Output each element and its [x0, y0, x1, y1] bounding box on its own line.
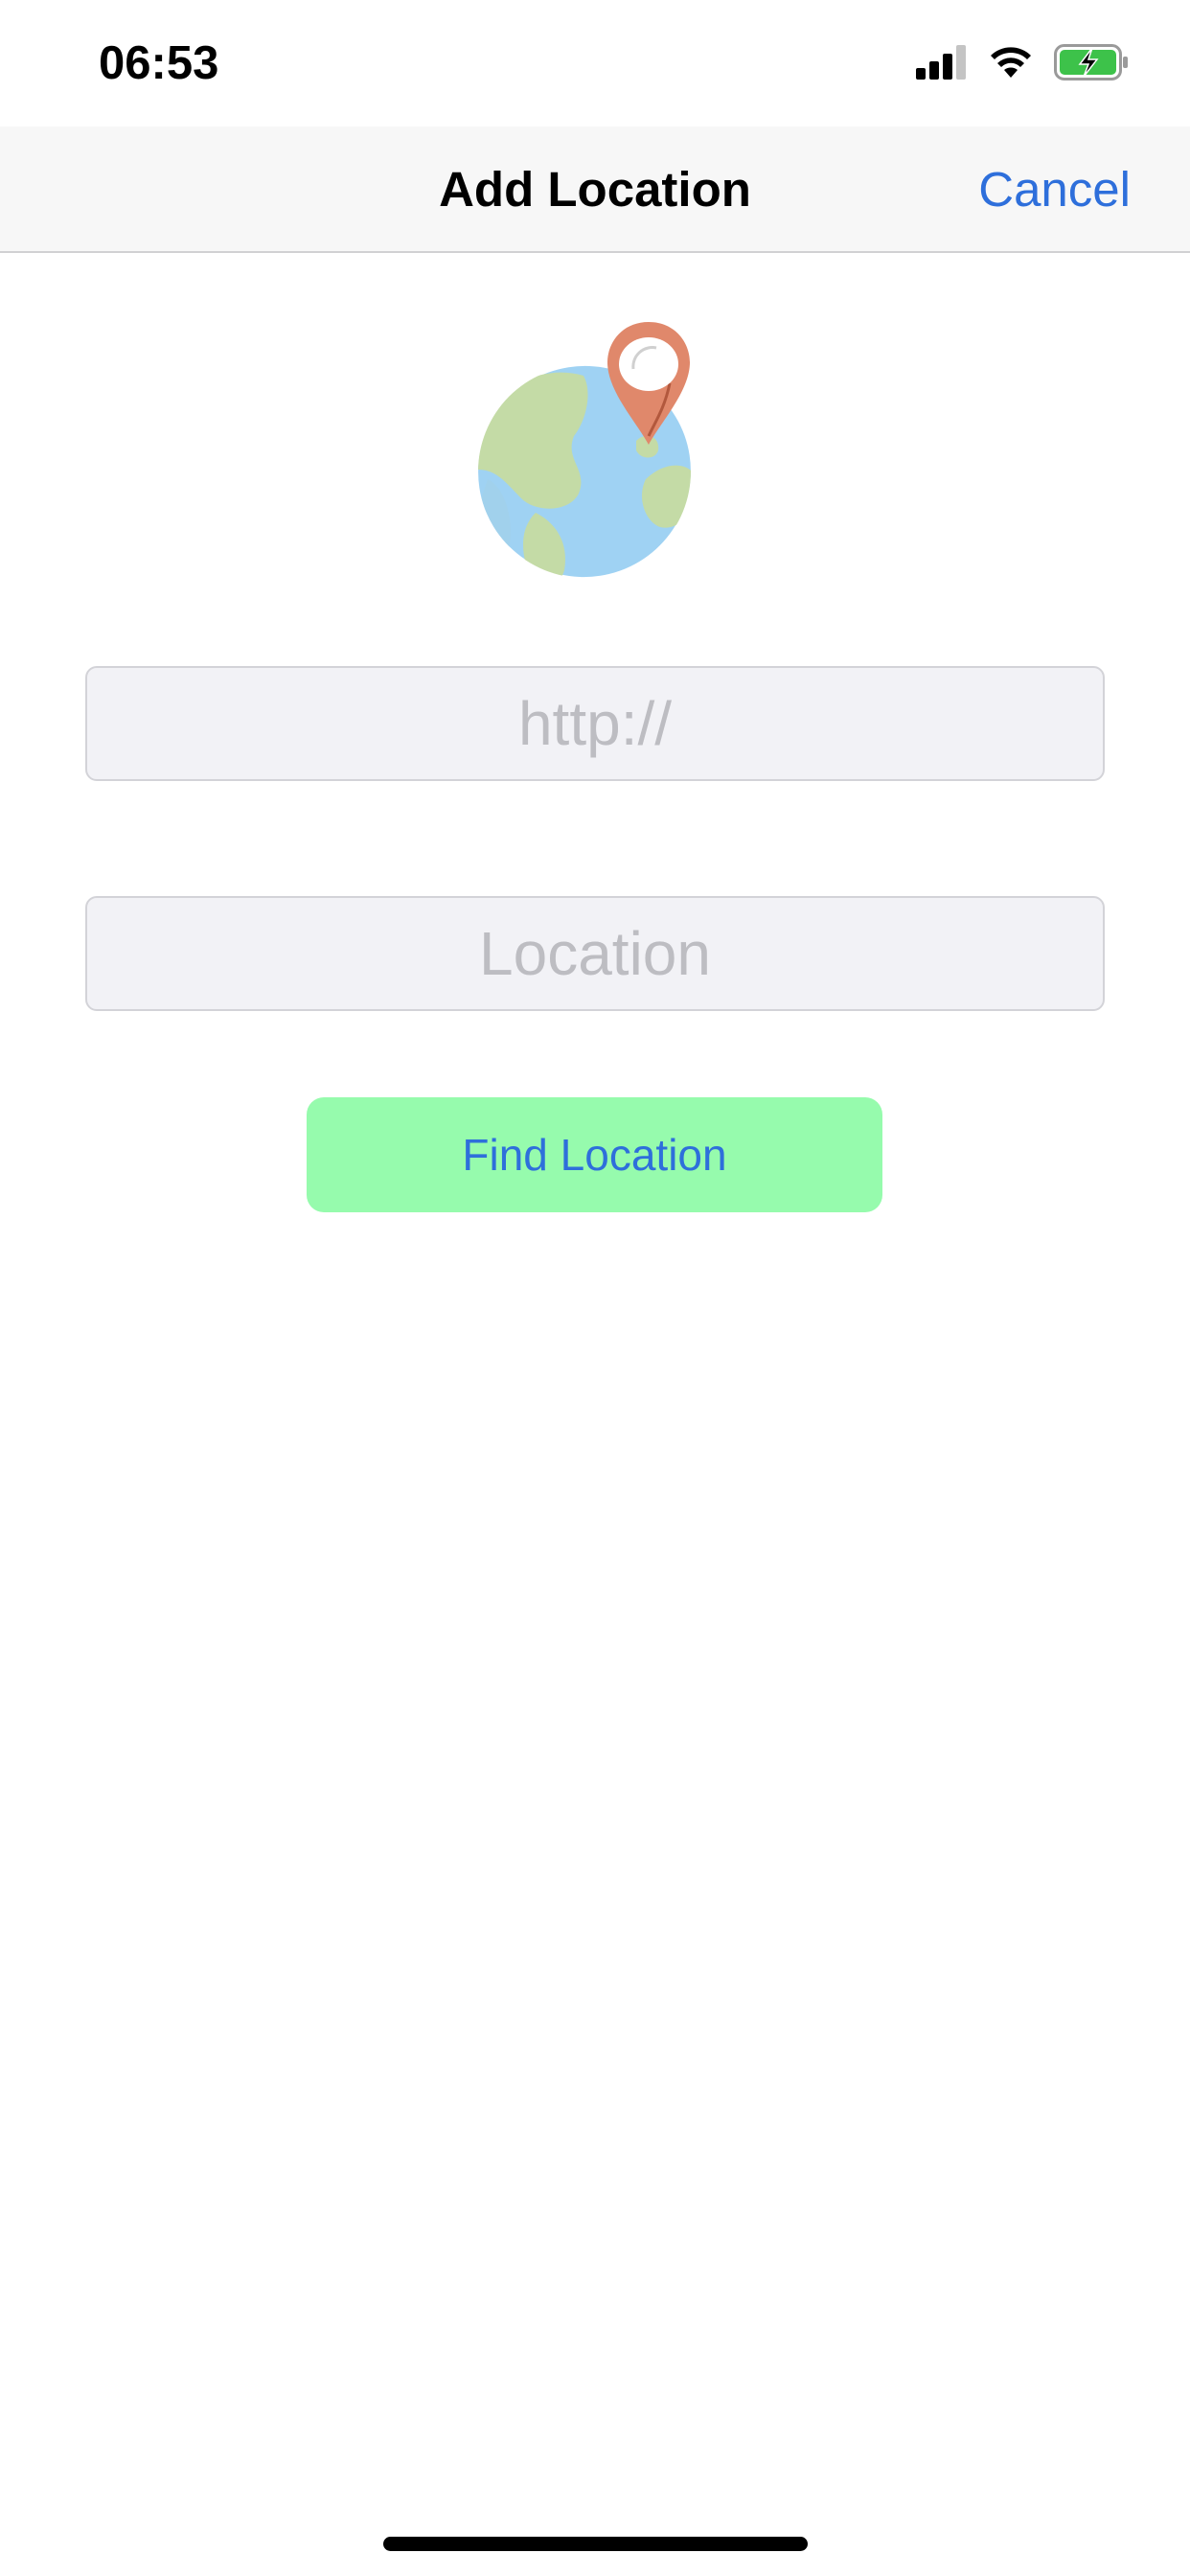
status-bar: 06:53	[0, 0, 1190, 126]
location-input[interactable]	[85, 896, 1105, 1011]
globe-location-pin-icon	[478, 316, 708, 594]
status-time: 06:53	[99, 37, 219, 89]
status-icons	[916, 44, 1131, 85]
cancel-button[interactable]: Cancel	[978, 126, 1131, 253]
navigation-bar: Add Location Cancel	[0, 126, 1190, 253]
find-location-button[interactable]: Find Location	[307, 1097, 882, 1212]
battery-charging-icon	[1054, 44, 1131, 85]
home-indicator	[383, 2537, 808, 2551]
wifi-icon	[989, 45, 1033, 84]
cellular-signal-icon	[916, 45, 968, 84]
url-input[interactable]	[85, 666, 1105, 781]
